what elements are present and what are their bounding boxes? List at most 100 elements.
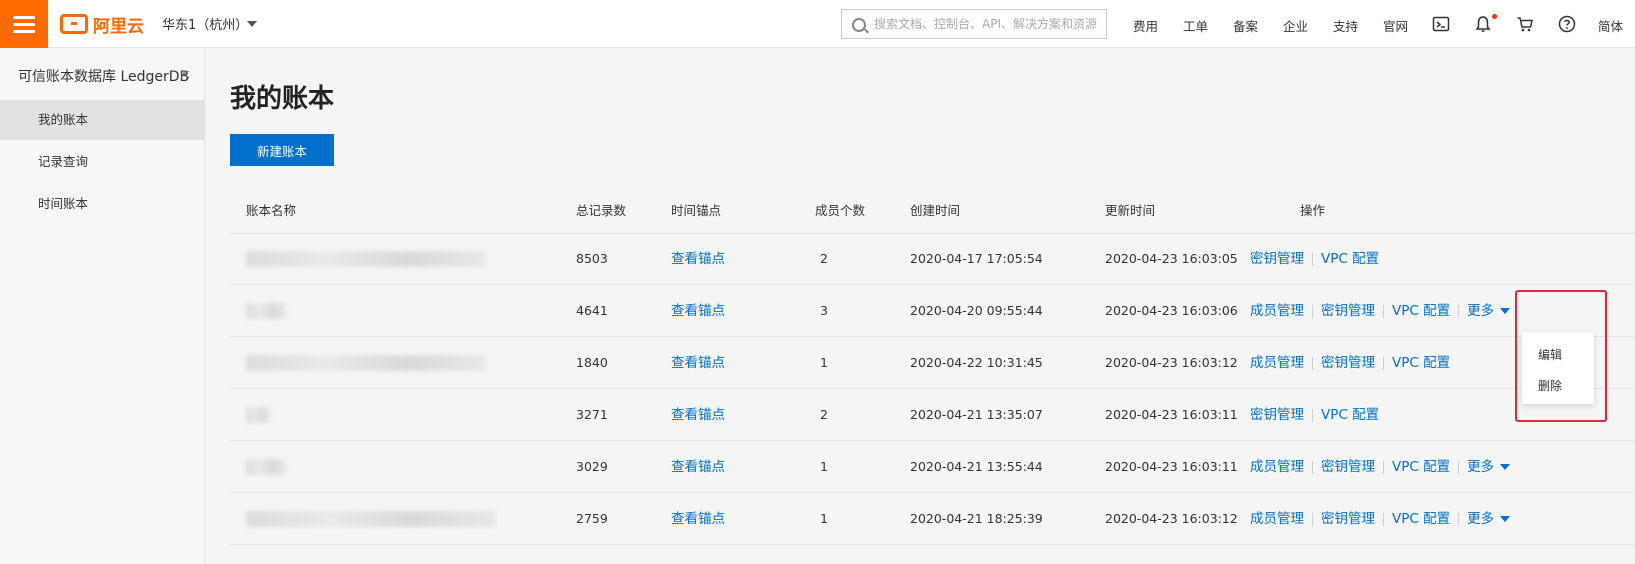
caret-down-icon[interactable] [1500,308,1511,314]
caret-down-icon[interactable] [1500,464,1511,470]
aliyun-logo[interactable]: 阿里云 [60,12,144,37]
separator [1312,408,1313,422]
terminal-icon[interactable] [1432,15,1450,33]
caret-down-icon[interactable] [247,21,257,27]
created-time: 2020-04-21 13:55:44 [910,459,1043,474]
key-management-link[interactable]: 密钥管理 [1321,511,1375,527]
more-dropdown[interactable]: 更多 [1467,511,1494,527]
notification-dot [1492,14,1497,19]
new-ledger-button[interactable]: 新建账本 [230,134,334,166]
ledger-name-redacted[interactable] [246,459,286,475]
created-time: 2020-04-20 09:55:44 [910,303,1043,318]
member-count: 2 [820,251,828,266]
created-time: 2020-04-17 17:05:54 [910,251,1043,266]
separator [1312,252,1313,266]
view-anchor-link[interactable]: 查看锚点 [671,493,725,545]
row-actions: 成员管理 密钥管理 VPC 配置 [1250,337,1450,389]
separator [1458,460,1460,474]
sidebar-item-my-ledgers[interactable]: 我的账本 [0,100,205,140]
separator [1458,304,1460,318]
member-count: 1 [820,511,828,526]
separator [1383,460,1384,474]
sidebar-item-record-query[interactable]: 记录查询 [0,142,205,182]
separator [1383,356,1384,370]
table-row: 8503 查看锚点 2 2020-04-17 17:05:54 2020-04-… [230,233,1635,285]
updated-time: 2020-04-23 16:03:11 [1105,407,1238,422]
menu-icon[interactable] [0,0,48,48]
ledger-name-redacted[interactable] [246,511,496,527]
col-total-records: 总记录数 [576,203,627,218]
vpc-config-link[interactable]: VPC 配置 [1392,355,1450,371]
top-bar: 阿里云 华东1（杭州） 费用 工单 备案 企业 支持 官网 简体 [0,0,1635,48]
nav-support[interactable]: 支持 [1333,16,1358,35]
member-count: 3 [820,303,828,318]
vpc-config-link[interactable]: VPC 配置 [1392,459,1450,475]
ledger-name-redacted[interactable] [246,355,486,371]
more-dropdown[interactable]: 更多 [1467,303,1494,319]
key-management-link[interactable]: 密钥管理 [1321,459,1375,475]
row-actions: 密钥管理 VPC 配置 [1250,389,1379,441]
separator [1312,304,1313,318]
sidebar-item-time-ledger[interactable]: 时间账本 [0,184,205,224]
view-anchor-link[interactable]: 查看锚点 [671,285,725,337]
logo-text: 阿里云 [93,16,144,37]
separator [1312,356,1313,370]
record-count: 8503 [576,251,608,266]
member-management-link[interactable]: 成员管理 [1250,511,1304,527]
member-management-link[interactable]: 成员管理 [1250,355,1304,371]
row-actions: 密钥管理 VPC 配置 [1250,233,1379,285]
vpc-config-link[interactable]: VPC 配置 [1392,303,1450,319]
sidebar: 可信账本数据库 LedgerDB ⇱ 我的账本 记录查询 时间账本 [0,48,205,564]
language-switch[interactable]: 简体 [1598,16,1623,35]
pin-icon[interactable]: ⇱ [181,69,190,82]
table-row: 2759 查看锚点 1 2020-04-21 18:25:39 2020-04-… [230,493,1635,545]
caret-down-icon[interactable] [1500,516,1511,522]
record-count: 1840 [576,355,608,370]
key-management-link[interactable]: 密钥管理 [1250,407,1304,423]
table-row: 3271 查看锚点 2 2020-04-21 13:35:07 2020-04-… [230,389,1635,441]
table-header: 账本名称 总记录数 时间锚点 成员个数 创建时间 更新时间 操作 [230,188,1635,234]
separator [1383,304,1384,318]
vpc-config-link[interactable]: VPC 配置 [1392,511,1450,527]
search-box[interactable] [841,9,1107,39]
search-input[interactable] [874,14,1099,34]
view-anchor-link[interactable]: 查看锚点 [671,233,725,285]
ledger-name-redacted[interactable] [246,303,286,319]
table-row: 4641 查看锚点 3 2020-04-20 09:55:44 2020-04-… [230,285,1635,337]
search-icon [852,18,866,32]
separator [1458,512,1460,526]
record-count: 4641 [576,303,608,318]
bell-icon[interactable] [1474,15,1492,33]
nav-icp[interactable]: 备案 [1233,16,1258,35]
region-selector[interactable]: 华东1（杭州） [162,14,248,33]
nav-ticket[interactable]: 工单 [1183,16,1208,35]
vpc-config-link[interactable]: VPC 配置 [1321,407,1379,423]
nav-official-site[interactable]: 官网 [1383,16,1408,35]
col-actions: 操作 [1300,203,1326,218]
ledger-name-redacted[interactable] [246,407,270,423]
view-anchor-link[interactable]: 查看锚点 [671,337,725,389]
separator [1312,512,1313,526]
key-management-link[interactable]: 密钥管理 [1321,303,1375,319]
help-icon[interactable] [1558,15,1576,33]
member-management-link[interactable]: 成员管理 [1250,459,1304,475]
record-count: 2759 [576,511,608,526]
view-anchor-link[interactable]: 查看锚点 [671,441,725,493]
view-anchor-link[interactable]: 查看锚点 [671,389,725,441]
created-time: 2020-04-21 13:35:07 [910,407,1043,422]
col-created: 创建时间 [910,203,961,218]
key-management-link[interactable]: 密钥管理 [1321,355,1375,371]
member-management-link[interactable]: 成员管理 [1250,303,1304,319]
separator [1312,460,1313,474]
main-content: 我的账本 新建账本 账本名称 总记录数 时间锚点 成员个数 创建时间 更新时间 … [205,48,1635,564]
table-row: 1840 查看锚点 1 2020-04-22 10:31:45 2020-04-… [230,337,1635,389]
nav-billing[interactable]: 费用 [1133,16,1158,35]
ledger-name-redacted[interactable] [246,251,486,267]
more-dropdown[interactable]: 更多 [1467,459,1494,475]
row-actions: 成员管理 密钥管理 VPC 配置 更多 [1250,285,1511,337]
cart-icon[interactable] [1516,15,1534,33]
vpc-config-link[interactable]: VPC 配置 [1321,251,1379,267]
member-count: 1 [820,355,828,370]
key-management-link[interactable]: 密钥管理 [1250,251,1304,267]
nav-enterprise[interactable]: 企业 [1283,16,1308,35]
